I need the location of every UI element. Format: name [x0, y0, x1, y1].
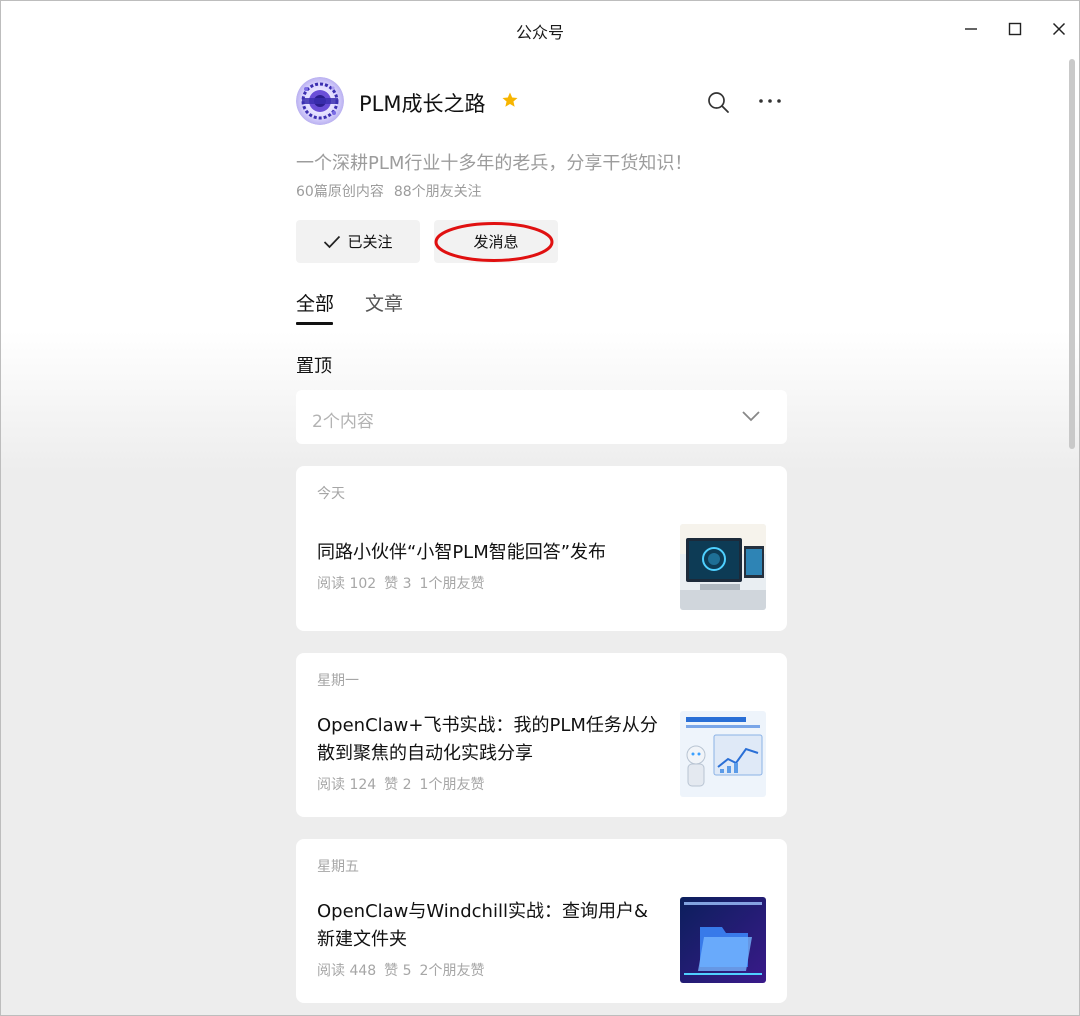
- more-icon[interactable]: [758, 91, 782, 111]
- article-friend-likes: 1个朋友赞: [419, 777, 485, 793]
- send-message-label: 发消息: [473, 233, 519, 251]
- star-icon: [502, 92, 518, 107]
- send-message-button[interactable]: 发消息: [434, 220, 558, 263]
- checkmark-icon: [324, 235, 341, 248]
- account-avatar[interactable]: [296, 77, 344, 125]
- article-meta: 阅读 124 赞 2 1个朋友赞: [317, 774, 484, 794]
- article-date: 星期五: [317, 859, 359, 875]
- article-meta: 阅读 102 赞 3 1个朋友赞: [317, 573, 484, 593]
- account-description: 一个深耕PLM行业十多年的老兵，分享干货知识！: [296, 153, 693, 174]
- tab-all[interactable]: 全部: [296, 289, 334, 316]
- pinned-count: 2个内容: [312, 412, 374, 432]
- scrollbar-thumb[interactable]: [1069, 59, 1075, 449]
- account-header: PLM成长之路: [296, 77, 787, 127]
- article-thumbnail[interactable]: [680, 524, 766, 610]
- minimize-icon: [965, 28, 977, 30]
- article-meta: 阅读 448 赞 5 2个朋友赞: [317, 960, 484, 980]
- article-reads: 阅读 102: [317, 576, 377, 592]
- article-card[interactable]: 星期一 OpenClaw+飞书实战：我的PLM任务从分散到聚焦的自动化实践分享 …: [296, 653, 787, 817]
- article-friend-likes: 2个朋友赞: [419, 963, 485, 979]
- followed-button[interactable]: 已关注: [296, 220, 420, 263]
- article-friend-likes: 1个朋友赞: [419, 576, 485, 592]
- article-thumbnail[interactable]: [680, 711, 766, 797]
- followed-label: 已关注: [347, 233, 393, 251]
- pinned-section-title: 置顶: [296, 356, 332, 377]
- article-likes: 赞 2: [384, 777, 412, 793]
- friends-following: 88个朋友关注: [393, 184, 482, 200]
- article-card[interactable]: 星期五 OpenClaw与Windchill实战：查询用户&新建文件夹 阅读 4…: [296, 839, 787, 1003]
- article-title[interactable]: 同路小伙伴“小智PLM智能回答”发布: [317, 539, 662, 567]
- active-tab-underline: [296, 322, 333, 325]
- window-title: 公众号: [515, 23, 564, 42]
- article-title[interactable]: OpenClaw与Windchill实战：查询用户&新建文件夹: [317, 898, 662, 954]
- article-card[interactable]: 今天 同路小伙伴“小智PLM智能回答”发布 阅读 102 赞 3 1个朋友赞: [296, 466, 787, 631]
- article-reads: 阅读 448: [317, 963, 377, 979]
- account-name: PLM成长之路: [359, 92, 486, 116]
- article-likes: 赞 3: [384, 576, 412, 592]
- search-icon[interactable]: [706, 90, 730, 114]
- minimize-button[interactable]: [956, 15, 986, 43]
- maximize-icon: [1008, 22, 1022, 36]
- account-stats: 60篇原创内容 88个朋友关注: [296, 181, 482, 201]
- maximize-button[interactable]: [1000, 15, 1030, 43]
- article-date: 今天: [317, 486, 345, 502]
- original-count: 60篇原创内容: [296, 184, 384, 200]
- article-thumbnail[interactable]: [680, 897, 766, 983]
- article-likes: 赞 5: [384, 963, 412, 979]
- close-button[interactable]: [1044, 15, 1074, 43]
- article-date: 星期一: [317, 673, 359, 689]
- app-window: 公众号 PLM成长之路 一个深耕PLM行业十多年的老兵，分享干货知识！ 60篇原…: [0, 0, 1080, 1016]
- article-reads: 阅读 124: [317, 777, 377, 793]
- article-title[interactable]: OpenClaw+飞书实战：我的PLM任务从分散到聚焦的自动化实践分享: [317, 712, 662, 768]
- title-bar: 公众号: [1, 1, 1079, 57]
- tab-articles[interactable]: 文章: [365, 289, 403, 316]
- content-tabs: 全部 文章: [296, 289, 596, 329]
- pinned-dropdown[interactable]: 2个内容: [296, 390, 787, 444]
- chevron-down-icon: [742, 411, 760, 422]
- close-icon: [1052, 22, 1066, 36]
